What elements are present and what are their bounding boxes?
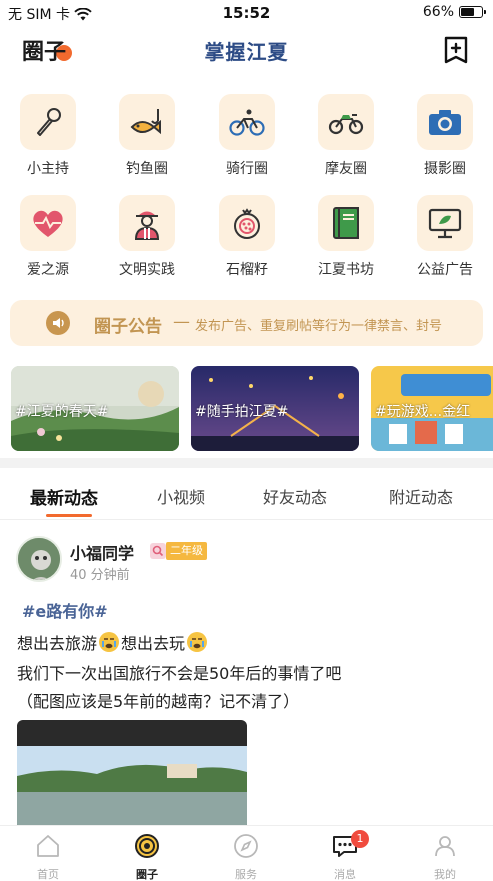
post-line-3: （配图应该是5年前的越南？记不清了） xyxy=(17,692,300,711)
category-civilization[interactable]: 文明实践 xyxy=(107,195,187,279)
bottom-nav: 首页 圈子 服务 1 消息 我的 xyxy=(0,825,493,881)
category-label: 文明实践 xyxy=(119,262,175,278)
category-pomegranate[interactable]: 石榴籽 xyxy=(207,195,287,279)
nav-home[interactable]: 首页 xyxy=(8,832,88,881)
battery-percent: 66% xyxy=(422,4,454,20)
category-label: 摄影圈 xyxy=(424,161,466,177)
carrier-label: 无 SIM 卡 xyxy=(8,7,70,23)
compass-icon xyxy=(234,834,258,858)
nav-label: 首页 xyxy=(37,868,59,881)
feed-tabs: 最新动态 小视频 好友动态 附近动态 xyxy=(0,470,493,520)
category-photo[interactable]: 摄影圈 xyxy=(405,94,485,178)
category-bookstore[interactable]: 江夏书坊 xyxy=(306,195,386,279)
status-bar: 无 SIM 卡 15:52 66% xyxy=(0,0,493,26)
tab-nearby[interactable]: 附近动态 xyxy=(389,484,453,508)
add-post-icon[interactable] xyxy=(443,36,469,64)
header: 圈子 掌握江夏 xyxy=(0,28,493,72)
battery-fill xyxy=(461,8,475,16)
fish-icon xyxy=(119,94,175,150)
banner-label: #随手拍江夏# xyxy=(195,404,289,420)
announcement-bar[interactable]: 圈子公告 — 发布广告、重复刷帖等行为一律禁言、封号 xyxy=(10,300,483,346)
nav-circle[interactable]: 圈子 xyxy=(107,832,187,881)
category-label: 江夏书坊 xyxy=(318,262,374,278)
category-moto[interactable]: 摩友圈 xyxy=(306,94,386,178)
microphone-icon xyxy=(20,94,76,150)
category-label: 小主持 xyxy=(27,161,69,177)
banner-spring[interactable]: #江夏的春天# xyxy=(11,366,179,451)
post-topic[interactable]: #e路有你# xyxy=(22,598,108,622)
category-fishing[interactable]: 钓鱼圈 xyxy=(107,94,187,178)
tab-latest[interactable]: 最新动态 xyxy=(30,484,98,509)
nav-label: 我的 xyxy=(434,868,456,881)
post-line-1: 想出去旅游 想出去玩 xyxy=(17,630,209,654)
post-username[interactable]: 小福同学 xyxy=(70,540,134,564)
bicycle-icon xyxy=(219,94,275,150)
topic-banners: #江夏的春天# #随手拍江夏# #玩游戏...金红 xyxy=(0,366,493,452)
category-cycling[interactable]: 骑行圈 xyxy=(207,94,287,178)
post-text-a: 想出去旅游 xyxy=(17,634,98,653)
banner-game[interactable]: #玩游戏...金红 xyxy=(371,366,493,451)
category-public-ads[interactable]: 公益广告 xyxy=(405,195,485,279)
nav-label: 圈子 xyxy=(136,868,158,881)
profile-icon xyxy=(435,836,455,857)
camera-icon xyxy=(417,94,473,150)
book-icon xyxy=(318,195,374,251)
nav-messages[interactable]: 1 消息 xyxy=(305,830,385,881)
category-love[interactable]: 爱之源 xyxy=(8,195,88,279)
search-badge-icon xyxy=(150,543,166,559)
crying-emoji-icon xyxy=(187,632,208,652)
home-icon xyxy=(37,835,59,857)
tab-friends[interactable]: 好友动态 xyxy=(263,484,327,508)
category-label: 骑行圈 xyxy=(226,161,268,177)
volunteer-icon xyxy=(119,195,175,251)
tab-short-video[interactable]: 小视频 xyxy=(157,484,205,508)
category-label: 石榴籽 xyxy=(226,262,268,278)
announcement-title: 圈子公告 xyxy=(94,317,162,337)
announcement-dash: — xyxy=(173,312,190,332)
heart-pulse-icon xyxy=(20,195,76,251)
billboard-icon xyxy=(417,195,473,251)
category-label: 钓鱼圈 xyxy=(126,161,168,177)
speaker-icon xyxy=(46,311,70,335)
category-label: 爱之源 xyxy=(27,262,69,278)
banner-label: #玩游戏...金红 xyxy=(375,404,471,420)
motorcycle-icon xyxy=(318,94,374,150)
battery-icon xyxy=(459,6,486,18)
wifi-icon xyxy=(74,7,92,20)
category-host[interactable]: 小主持 xyxy=(8,94,88,178)
app-title: 掌握江夏 xyxy=(204,40,289,64)
grade-badge: 二年级 xyxy=(166,542,207,560)
avatar[interactable] xyxy=(16,536,62,582)
message-badge: 1 xyxy=(351,830,369,848)
status-left: 无 SIM 卡 xyxy=(8,4,92,24)
tab-indicator xyxy=(46,514,92,517)
nav-label: 消息 xyxy=(334,868,356,881)
category-label: 摩友圈 xyxy=(325,161,367,177)
post-image[interactable] xyxy=(17,720,247,830)
nav-service[interactable]: 服务 xyxy=(206,832,286,881)
banner-label: #江夏的春天# xyxy=(15,404,109,420)
circle-icon xyxy=(135,834,159,858)
category-label: 公益广告 xyxy=(417,262,473,278)
announcement-text: 发布广告、重复刷帖等行为一律禁言、封号 xyxy=(195,319,443,334)
status-right: 66% xyxy=(422,4,486,20)
crying-emoji-icon xyxy=(99,632,120,652)
nav-profile[interactable]: 我的 xyxy=(405,832,485,881)
nav-label: 服务 xyxy=(235,868,257,881)
post-time: 40 分钟前 xyxy=(70,568,130,583)
banner-photo[interactable]: #随手拍江夏# xyxy=(191,366,359,451)
post-line-2: 我们下一次出国旅行不会是50年后的事情了吧 xyxy=(17,664,342,683)
section-divider xyxy=(0,458,493,468)
post-text-b: 想出去玩 xyxy=(121,634,186,653)
pomegranate-icon xyxy=(219,195,275,251)
